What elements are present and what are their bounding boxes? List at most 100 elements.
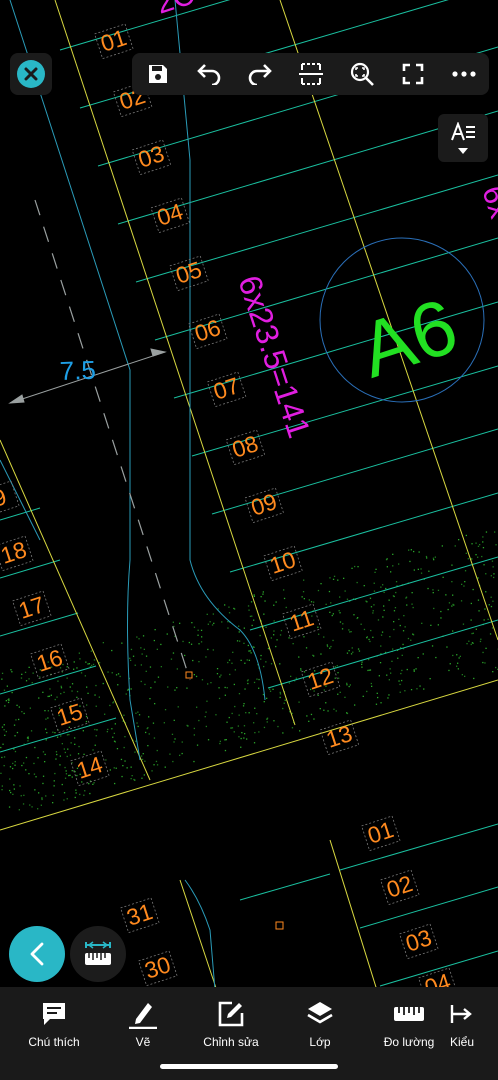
hatch-dot <box>263 665 265 668</box>
hatch-dot <box>300 668 302 670</box>
hatch-dot <box>34 789 36 791</box>
lot-number[interactable]: 07 <box>206 371 247 408</box>
hatch-dot <box>380 634 383 636</box>
hatch-dot <box>387 697 389 699</box>
lot-number[interactable]: 05 <box>169 255 209 292</box>
hatch-dot <box>137 711 139 713</box>
hatch-dot <box>283 702 285 704</box>
hatch-dot <box>368 658 370 661</box>
close-button[interactable] <box>10 53 52 95</box>
hatch-dot <box>244 662 246 664</box>
hatch-dot <box>394 607 397 609</box>
nav-measure[interactable]: Đo lường <box>369 999 449 1049</box>
hatch-dot <box>471 543 473 545</box>
hatch-dot <box>273 630 275 632</box>
lot-number[interactable]: 09 <box>244 487 284 524</box>
cad-drawing-canvas[interactable]: 7.5 A6 6x23.5=141 2C 6x 01 02 03 04 05 06 07 08… <box>0 0 498 1080</box>
text-style-button[interactable] <box>438 114 488 162</box>
hatch-dot <box>65 770 67 772</box>
hatch-dot <box>130 688 132 690</box>
lot-number[interactable]: 14 <box>70 750 110 787</box>
lot-number-label: 06 <box>191 314 223 347</box>
section-view-icon[interactable] <box>291 54 331 94</box>
hatch-dot <box>275 645 277 648</box>
hatch-dot <box>467 558 469 560</box>
nav-annotate[interactable]: Chú thích <box>14 999 94 1049</box>
hatch-dot <box>93 782 95 784</box>
hatch-dot <box>61 783 63 786</box>
fullscreen-icon[interactable] <box>393 54 433 94</box>
nav-layers[interactable]: Lớp <box>280 999 360 1049</box>
more-icon[interactable] <box>444 54 484 94</box>
hatch-dot <box>46 732 48 734</box>
hatch-dot <box>14 735 16 737</box>
hatch-dot <box>40 804 42 806</box>
hatch-dot <box>370 682 372 685</box>
hatch-dot <box>298 656 300 658</box>
save-icon[interactable] <box>138 54 178 94</box>
hatch-dot <box>113 767 115 769</box>
hatch-dot <box>427 587 429 590</box>
nav-style[interactable]: Kiểu <box>450 999 498 1049</box>
lot-number[interactable]: 03 <box>131 139 172 176</box>
lot-number[interactable]: 31 <box>120 897 160 934</box>
lot-number[interactable]: 30 <box>138 950 178 987</box>
measure-button[interactable] <box>70 926 126 982</box>
lot-number[interactable]: 08 <box>225 429 266 466</box>
lot-number[interactable]: 9 <box>0 480 20 517</box>
lot-number[interactable]: 01 <box>94 23 134 60</box>
lot-number[interactable]: 13 <box>319 719 360 756</box>
hatch-dot <box>493 576 495 579</box>
hatch-dot <box>246 738 248 740</box>
hatch-dot <box>482 541 484 543</box>
hatch-dot <box>109 704 111 707</box>
nav-edit[interactable]: Chỉnh sửa <box>191 999 271 1049</box>
hatch-dot <box>310 713 313 716</box>
undo-icon[interactable] <box>189 54 229 94</box>
hatch-dot <box>330 602 332 604</box>
zoom-fit-icon[interactable] <box>342 54 382 94</box>
lot-number[interactable]: 02 <box>380 869 420 906</box>
hatch-dot <box>373 604 375 606</box>
lot-number[interactable]: 01 <box>361 815 401 852</box>
hatch-dot <box>140 664 142 666</box>
lot-number[interactable]: 03 <box>399 923 439 960</box>
hatch-dot <box>5 700 7 702</box>
hatch-dot <box>300 669 302 671</box>
lot-number[interactable]: 12 <box>300 661 341 698</box>
hatch-dot <box>116 748 119 750</box>
lot-number[interactable]: 17 <box>12 590 52 627</box>
nav-draw[interactable]: Vẽ <box>103 999 183 1049</box>
lot-number[interactable]: 18 <box>0 535 34 572</box>
hatch-dot <box>491 560 494 562</box>
hatch-dot <box>38 697 40 699</box>
lot-number[interactable]: 11 <box>282 603 322 640</box>
hatch-dot <box>401 679 403 682</box>
hatch-dot <box>218 687 220 689</box>
lot-number[interactable]: 16 <box>30 643 70 680</box>
hatch-dot <box>482 651 484 654</box>
hatch-dot <box>465 534 467 537</box>
lot-number-label: 04 <box>154 198 187 231</box>
hatch-dot <box>366 637 368 639</box>
lot-number[interactable]: 06 <box>188 313 228 350</box>
lot-number[interactable]: 10 <box>263 545 303 582</box>
hatch-dot <box>326 644 328 646</box>
back-button[interactable] <box>9 926 65 982</box>
redo-icon[interactable] <box>240 54 280 94</box>
hatch-dot <box>485 591 487 593</box>
lot-number-label: 17 <box>15 591 47 624</box>
hatch-dot <box>37 808 39 810</box>
hatch-dot <box>126 767 128 769</box>
lot-number[interactable]: 04 <box>150 197 190 234</box>
hatch-dot <box>432 589 434 591</box>
hatch-dot <box>61 743 63 745</box>
hatch-dot <box>71 770 73 772</box>
hatch-dot <box>305 647 308 649</box>
hatch-dot <box>45 718 47 720</box>
hatch-dot <box>332 578 335 580</box>
hatch-dot <box>360 623 362 625</box>
hatch-dot <box>169 753 171 755</box>
hatch-dot <box>437 624 439 626</box>
hatch-dot <box>66 677 68 679</box>
